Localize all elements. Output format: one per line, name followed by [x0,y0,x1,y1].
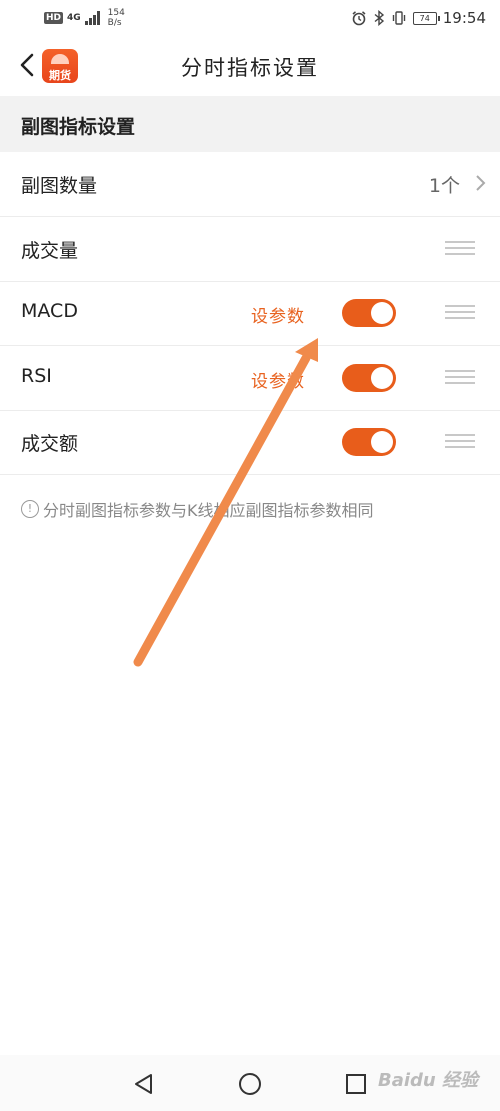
network-type: 4G [67,13,81,23]
alarm-icon [352,11,366,26]
drag-handle-icon[interactable] [445,241,475,255]
signal-icon [84,11,100,25]
info-icon: ! [21,500,39,518]
rsi-toggle[interactable] [342,364,396,392]
turnover-toggle[interactable] [342,428,396,456]
vibrate-icon [392,11,405,25]
toggle-knob [371,302,393,324]
net-speed: 154 B/s [108,8,125,28]
page-title: 分时指标设置 [181,56,319,80]
section-header: 副图指标设置 [0,96,500,152]
status-time: 19:54 [442,9,486,27]
row-label: RSI [21,365,52,387]
nav-recents-icon[interactable] [343,1071,369,1097]
drag-handle-icon[interactable] [445,370,475,384]
row-label: 成交量 [21,240,79,262]
drag-handle-icon[interactable] [445,434,475,448]
set-params-link[interactable]: 设参数 [251,302,305,327]
toggle-knob [371,367,393,389]
header-bar: 期货 分时指标设置 [0,36,500,96]
battery-icon: 74 [412,11,440,25]
indicator-row-turnover: 成交额 [0,410,500,475]
macd-toggle[interactable] [342,299,396,327]
section-title: 副图指标设置 [21,116,136,138]
status-left: HD 4G 154 B/s [44,8,125,28]
status-bar: HD 4G 154 B/s 74 19:54 [0,0,500,36]
row-label: 副图数量 [21,175,98,197]
subchart-count-row[interactable]: 副图数量 1个 [0,152,500,217]
row-label: 成交额 [21,433,79,455]
toggle-knob [371,431,393,453]
indicator-row-rsi: RSI 设参数 [0,346,500,411]
net-speed-value: 154 [107,8,125,18]
watermark: Baidu 经验 [377,1070,478,1091]
status-right: 74 19:54 [351,9,486,27]
net-speed-unit: B/s [107,18,122,28]
info-note: ! 分时副图指标参数与K线相应副图指标参数相同 [21,497,374,521]
row-label: MACD [21,300,78,322]
subchart-count-value: 1个 [428,175,460,197]
indicator-row-volume: 成交量 [0,217,500,282]
nav-home-icon[interactable] [237,1071,263,1097]
nav-back-icon[interactable] [131,1071,157,1097]
bluetooth-icon [374,10,384,26]
set-params-link[interactable]: 设参数 [251,367,305,392]
indicator-row-macd: MACD 设参数 [0,281,500,346]
hd-badge: HD [44,12,64,24]
drag-handle-icon[interactable] [445,305,475,319]
info-note-text: 分时副图指标参数与K线相应副图指标参数相同 [43,501,374,520]
chevron-right-icon [476,175,486,191]
